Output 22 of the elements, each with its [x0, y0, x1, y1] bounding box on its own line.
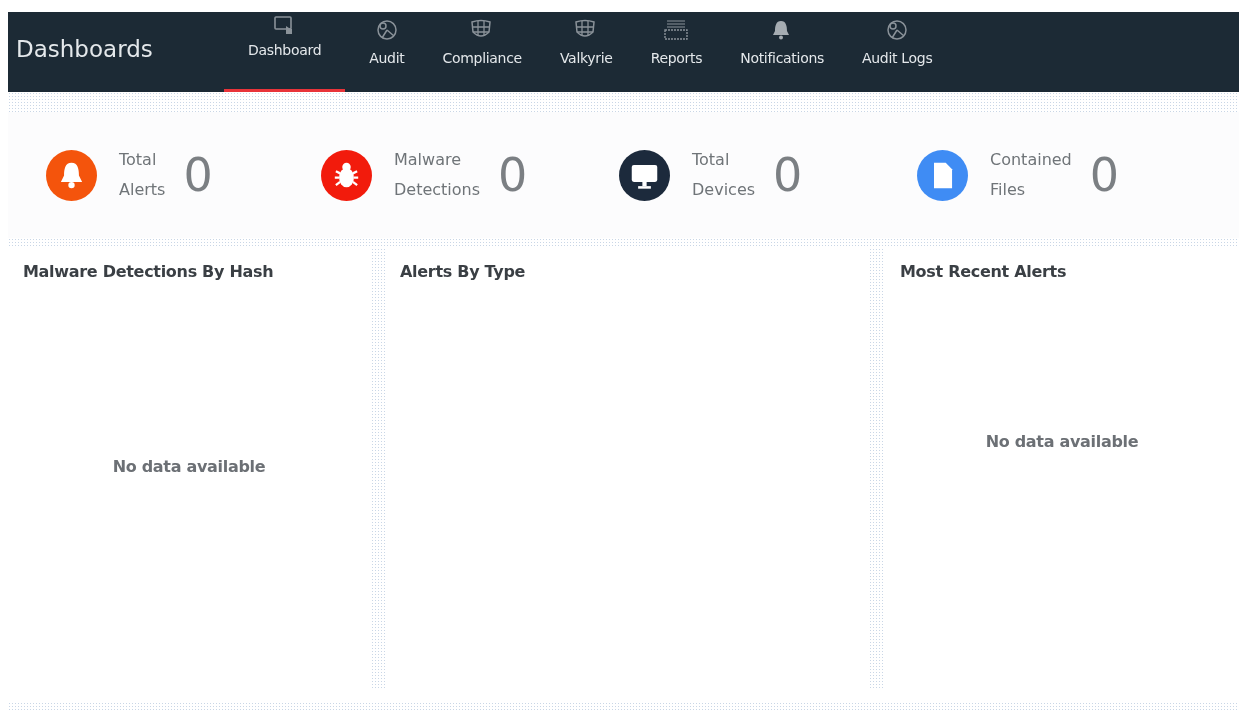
empty-message: No data available	[985, 432, 1139, 451]
panel-title: Alerts By Type	[399, 261, 527, 283]
nav-tab[interactable]: Dashboard	[224, 12, 346, 92]
stat-label: Malware Detections	[394, 149, 481, 201]
nav-tab[interactable]: Valkyrie	[545, 12, 627, 92]
nav-tab[interactable]: Audit Logs	[847, 12, 947, 92]
tray-icon	[663, 18, 690, 40]
page-title: Dashboards	[15, 36, 154, 62]
stat-label: Total Devices	[692, 149, 756, 201]
empty-message: No data available	[112, 457, 266, 476]
panel-title: Most Recent Alerts	[899, 261, 1068, 283]
nav-tab[interactable]: Notifications	[726, 12, 838, 92]
stat-label: Total Alerts	[119, 149, 166, 201]
nav-tab[interactable]: Compliance	[428, 12, 536, 92]
stat-value: 0	[498, 148, 528, 202]
stat-value: 0	[773, 148, 803, 202]
stat-value: 0	[1089, 148, 1120, 202]
nav-tab[interactable]: Reports	[636, 12, 717, 92]
nav-tab[interactable]: Audit	[355, 12, 419, 92]
panel-title: Malware Detections By Hash	[22, 261, 275, 283]
stat-label: Contained Files	[990, 149, 1072, 201]
stat-value: 0	[183, 148, 213, 202]
